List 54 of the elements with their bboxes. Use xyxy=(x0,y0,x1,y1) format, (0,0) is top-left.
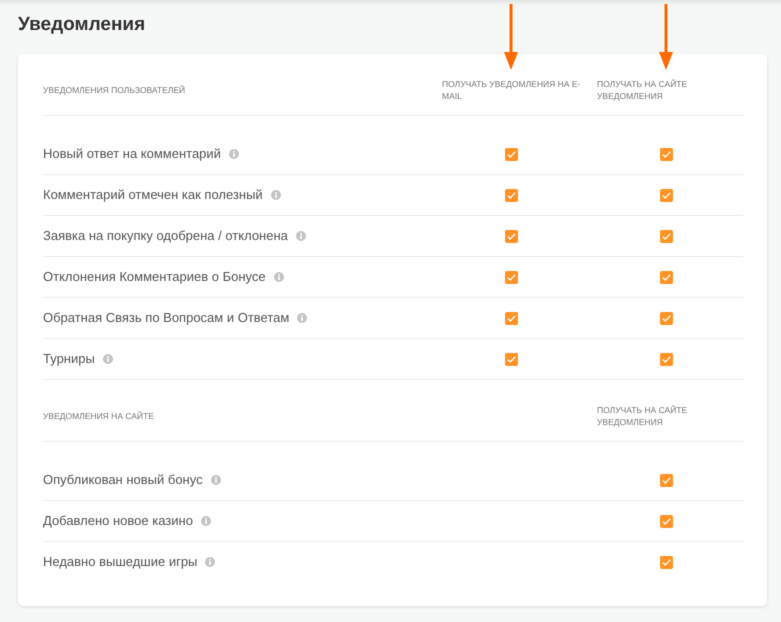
info-icon[interactable] xyxy=(228,149,239,159)
info-icon[interactable] xyxy=(270,190,281,200)
checkbox[interactable] xyxy=(660,148,673,160)
checkmark-icon xyxy=(507,232,516,240)
checkbox[interactable] xyxy=(660,312,673,324)
checkmark-icon xyxy=(507,274,516,280)
checkbox[interactable] xyxy=(505,312,518,324)
checkmark-icon xyxy=(507,314,516,322)
row-label: Опубликован новый бонус xyxy=(43,472,203,488)
checkmark-icon xyxy=(662,558,671,566)
row-label: Добавлено новое казино xyxy=(43,513,193,529)
section-heading: УВЕДОМЛЕНИЯ НА САЙТЕ xyxy=(43,410,154,422)
checkmark-icon xyxy=(662,314,671,322)
checkbox[interactable] xyxy=(505,270,518,284)
checkbox[interactable] xyxy=(660,352,673,366)
section-heading: УВЕДОМЛЕНИЯ ПОЛЬЗОВАТЕЛЕЙ xyxy=(43,84,186,96)
checkbox[interactable] xyxy=(660,474,673,486)
row-label: Новый ответ на комментарий xyxy=(43,146,221,162)
checkbox[interactable] xyxy=(660,556,673,568)
checkmark-icon xyxy=(662,518,671,524)
checkmark-icon xyxy=(507,150,516,158)
row-label: Обратная Связь по Вопросам и Ответам xyxy=(43,310,290,326)
info-icon[interactable] xyxy=(205,557,216,567)
checkbox[interactable] xyxy=(660,230,673,242)
info-icon[interactable] xyxy=(274,272,284,282)
page-title: Уведомления xyxy=(18,13,146,37)
checkbox[interactable] xyxy=(505,188,518,202)
checkmark-icon xyxy=(662,476,671,484)
column-heading: ПОЛУЧАТЬ УВЕДОМЛЕНИЯ НА E-MAIL xyxy=(441,78,582,102)
info-icon[interactable] xyxy=(297,313,308,323)
checkbox[interactable] xyxy=(505,148,518,160)
row-label: Отклонения Комментариев о Бонусе xyxy=(43,269,266,285)
info-icon[interactable] xyxy=(102,354,113,364)
column-heading: ПОЛУЧАТЬ НА САЙТЕ УВЕДОМЛЕНИЯ xyxy=(596,78,688,102)
checkmark-icon xyxy=(662,232,671,240)
row-label: Турниры xyxy=(43,351,95,367)
checkmark-icon xyxy=(662,356,671,362)
row-label: Комментарий отмечен как полезный xyxy=(43,187,263,203)
checkbox[interactable] xyxy=(660,188,673,202)
checkbox[interactable] xyxy=(660,514,673,528)
checkmark-icon xyxy=(662,150,671,158)
info-icon[interactable] xyxy=(210,475,221,485)
info-icon[interactable] xyxy=(296,231,306,241)
checkbox[interactable] xyxy=(505,230,518,242)
checkmark-icon xyxy=(507,192,516,198)
info-icon[interactable] xyxy=(200,516,211,526)
checkbox[interactable] xyxy=(505,352,518,366)
checkmark-icon xyxy=(662,192,671,198)
row-label: Недавно вышедшие игры xyxy=(43,554,198,570)
checkmark-icon xyxy=(662,274,671,280)
checkbox[interactable] xyxy=(660,270,673,284)
checkmark-icon xyxy=(507,356,516,362)
column-heading: ПОЛУЧАТЬ НА САЙТЕ УВЕДОМЛЕНИЯ xyxy=(596,404,688,428)
row-label: Заявка на покупку одобрена / отклонена xyxy=(43,228,288,244)
